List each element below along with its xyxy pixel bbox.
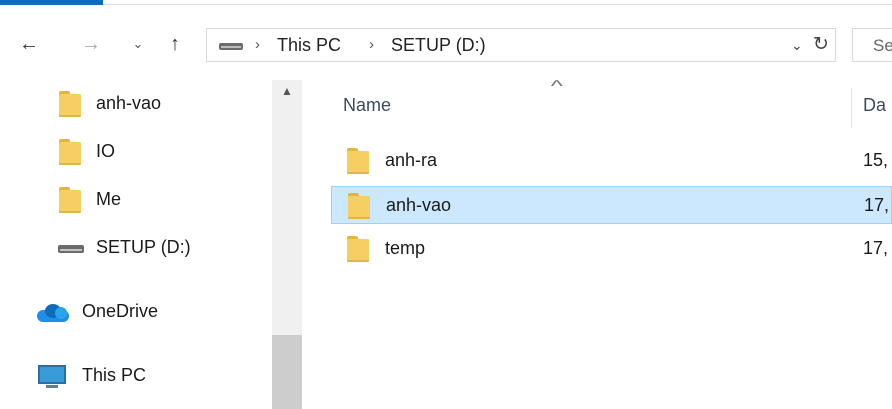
sidebar-item-label: SETUP (D:)	[96, 237, 191, 257]
folder-icon	[59, 91, 81, 117]
onedrive-icon	[37, 304, 69, 322]
sidebar-item-label: anh-vao	[96, 93, 162, 113]
search-placeholder: Se	[873, 36, 892, 55]
breadcrumb-setup-drive[interactable]: SETUP (D:)	[391, 35, 486, 56]
active-tab-indicator	[0, 0, 103, 5]
sidebar-item-me[interactable]: Me	[0, 180, 270, 220]
folder-icon	[347, 236, 369, 262]
file-name: anh-ra	[385, 150, 438, 170]
scrollbar-thumb[interactable]	[272, 335, 302, 409]
ribbon-tab-strip	[0, 0, 892, 8]
navigation-pane-scrollbar[interactable]: ▲	[272, 80, 302, 409]
breadcrumb-separator-icon[interactable]: ›	[255, 36, 260, 53]
up-button[interactable]: ↑	[160, 30, 190, 58]
file-name: anh-vao	[386, 195, 452, 215]
sidebar-item-this-pc[interactable]: This PC	[0, 356, 270, 396]
scroll-up-icon[interactable]: ▲	[272, 84, 302, 106]
recent-locations-button[interactable]: ⌄	[126, 30, 150, 58]
breadcrumb-separator-icon[interactable]: ›	[369, 36, 374, 53]
file-date: 17,	[864, 195, 890, 215]
this-pc-icon	[38, 365, 66, 389]
file-row-anh-vao[interactable]: anh-vao 17,	[331, 186, 892, 224]
file-name: temp	[385, 238, 426, 258]
file-list: ^ Name Da anh-ra 15, anh-vao 17, temp 17…	[303, 72, 892, 409]
file-row-anh-ra[interactable]: anh-ra 15,	[331, 142, 892, 180]
back-button[interactable]: ←	[14, 30, 44, 58]
navigation-bar: ← → ⌄ ↑ › This PC › SETUP (D:) ⌄ ↻ Se	[0, 18, 892, 72]
refresh-icon[interactable]: ↻	[813, 33, 829, 56]
column-header-name[interactable]: Name	[343, 95, 391, 116]
drive-icon	[219, 43, 243, 50]
sidebar-item-onedrive[interactable]: OneDrive	[0, 292, 270, 332]
breadcrumb-this-pc[interactable]: This PC	[277, 35, 341, 56]
navigation-pane: anh-vao IO Me SETUP (D:) OneDrive This P…	[0, 80, 303, 409]
address-bar[interactable]: › This PC › SETUP (D:) ⌄ ↻	[206, 28, 836, 62]
folder-icon	[59, 187, 81, 213]
sidebar-item-label: This PC	[82, 365, 147, 385]
sidebar-item-setup-drive[interactable]: SETUP (D:)	[0, 228, 270, 268]
file-date: 15,	[863, 150, 889, 170]
sidebar-item-io[interactable]: IO	[0, 132, 270, 172]
file-row-temp[interactable]: temp 17,	[331, 230, 892, 268]
address-dropdown-icon[interactable]: ⌄	[791, 37, 803, 54]
folder-icon	[59, 139, 81, 165]
folder-icon	[348, 193, 370, 219]
column-divider[interactable]	[851, 88, 852, 128]
file-date: 17,	[863, 238, 889, 258]
ribbon-divider	[103, 4, 892, 5]
sidebar-item-label: OneDrive	[82, 301, 159, 321]
folder-icon	[347, 148, 369, 174]
sort-ascending-icon: ^	[550, 78, 563, 95]
sidebar-item-label: Me	[96, 189, 122, 209]
sidebar-item-anh-vao[interactable]: anh-vao	[0, 84, 270, 124]
forward-button[interactable]: →	[76, 30, 106, 58]
column-header-date[interactable]: Da	[863, 95, 886, 116]
sidebar-item-label: IO	[96, 141, 116, 161]
search-box[interactable]: Se	[852, 28, 892, 62]
drive-icon	[58, 245, 84, 253]
